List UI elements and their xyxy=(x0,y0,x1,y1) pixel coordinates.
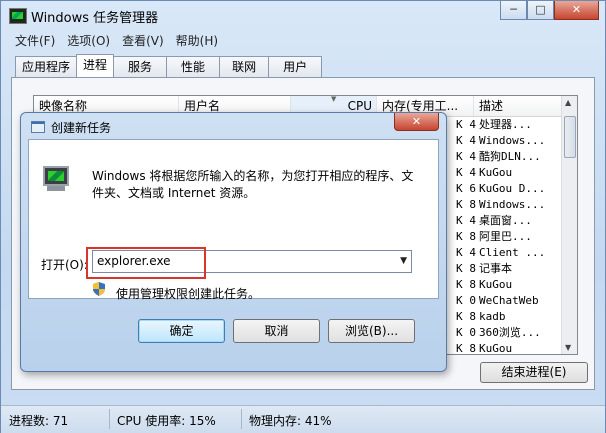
row-memory-unit: K xyxy=(456,342,463,355)
close-button[interactable]: ✕ xyxy=(554,1,599,20)
tab-processes[interactable]: 进程 xyxy=(76,54,115,77)
row-description: 处理器... xyxy=(479,118,532,131)
row-description: WeChatWeb xyxy=(479,294,539,307)
dialog-title: 创建新任务 xyxy=(51,121,112,135)
row-memory-unit: K xyxy=(456,310,463,323)
status-divider xyxy=(109,409,110,429)
sort-indicator-icon: ▼ xyxy=(331,95,337,103)
row-description: KuGou D... xyxy=(479,182,546,195)
row-memory-unit: K xyxy=(456,150,463,163)
status-process-count: 进程数: 71 xyxy=(9,414,69,428)
dialog-close-button[interactable]: ✕ xyxy=(394,113,439,131)
row-description: 阿里巴... xyxy=(479,230,532,243)
status-divider xyxy=(241,409,242,429)
row-memory-unit: K xyxy=(456,198,463,211)
tab-performance[interactable]: 性能 xyxy=(166,56,221,77)
browse-button[interactable]: 浏览(B)... xyxy=(328,319,415,343)
menu-view[interactable]: 查看(V) xyxy=(116,32,170,50)
scroll-down-icon[interactable]: ▼ xyxy=(565,343,571,352)
task-manager-icon xyxy=(9,8,27,24)
minimize-button[interactable]: ─ xyxy=(500,1,527,20)
tab-users[interactable]: 用户 xyxy=(268,56,323,77)
row-description: KuGou xyxy=(479,278,513,291)
row-description: Windows... xyxy=(479,134,546,147)
admin-privilege-text: 使用管理权限创建此任务。 xyxy=(116,287,261,301)
tab-applications[interactable]: 应用程序 xyxy=(15,56,78,77)
row-description: 360浏览... xyxy=(479,326,541,339)
title-bar[interactable]: Windows 任务管理器 ─ □ ✕ xyxy=(1,1,605,29)
create-new-task-dialog: 创建新任务 ✕ Windows 将根据您所输入的名称，为您打开相应的程序、文件夹… xyxy=(20,112,447,372)
tab-strip: 应用程序 进程 服务 性能 联网 用户 xyxy=(15,54,323,77)
row-memory-unit: K xyxy=(456,166,463,179)
status-cpu-usage: CPU 使用率: 15% xyxy=(117,414,216,428)
maximize-button[interactable]: □ xyxy=(527,1,554,20)
scroll-thumb[interactable] xyxy=(564,116,576,158)
scroll-up-icon[interactable]: ▲ xyxy=(565,98,571,107)
dialog-body: Windows 将根据您所输入的名称，为您打开相应的程序、文件夹、文档或 Int… xyxy=(28,139,439,301)
status-physical-memory: 物理内存: 41% xyxy=(249,414,332,428)
row-description: 记事本 xyxy=(479,262,512,275)
run-program-icon xyxy=(41,166,71,192)
dropdown-arrow-icon[interactable]: ▼ xyxy=(400,256,407,266)
row-description: KuGou xyxy=(479,342,513,355)
status-bar: 进程数: 71 CPU 使用率: 15% 物理内存: 41% xyxy=(1,405,605,433)
row-memory-unit: K xyxy=(456,182,463,195)
tab-services[interactable]: 服务 xyxy=(113,56,168,77)
row-memory-unit: K xyxy=(456,246,463,259)
row-memory-unit: K xyxy=(456,294,463,307)
window-title: Windows 任务管理器 xyxy=(31,11,159,26)
row-description: Client ... xyxy=(479,246,546,259)
menu-bar: 文件(F) 选项(O) 查看(V) 帮助(H) xyxy=(9,32,224,50)
row-memory-unit: K xyxy=(456,326,463,339)
highlight-annotation xyxy=(86,247,206,279)
vertical-scrollbar[interactable]: ▲ ▼ xyxy=(561,96,577,354)
tab-networking[interactable]: 联网 xyxy=(219,56,270,77)
window-icon xyxy=(31,121,45,133)
menu-options[interactable]: 选项(O) xyxy=(61,32,116,50)
row-memory-unit: K xyxy=(456,134,463,147)
row-description: kadb xyxy=(479,310,506,323)
open-label: 打开(O): xyxy=(41,258,88,272)
row-memory-unit: K xyxy=(456,278,463,291)
row-memory-unit: K xyxy=(456,230,463,243)
row-memory-unit: K xyxy=(456,214,463,227)
row-description: 桌面窗... xyxy=(479,214,532,227)
row-memory-unit: K xyxy=(456,118,463,131)
row-memory-unit: K xyxy=(456,262,463,275)
ok-button[interactable]: 确定 xyxy=(138,319,225,343)
uac-shield-icon xyxy=(93,282,105,296)
row-description: 酷狗DLN... xyxy=(479,150,541,163)
cancel-button[interactable]: 取消 xyxy=(233,319,320,343)
row-description: KuGou xyxy=(479,166,513,179)
row-description: Windows... xyxy=(479,198,546,211)
col-description[interactable]: 描述 xyxy=(474,96,564,116)
end-process-button[interactable]: 结束进程(E) xyxy=(480,362,588,383)
menu-help[interactable]: 帮助(H) xyxy=(170,32,224,50)
dialog-description: Windows 将根据您所输入的名称，为您打开相应的程序、文件夹、文档或 Int… xyxy=(92,169,414,200)
menu-file[interactable]: 文件(F) xyxy=(9,32,61,50)
